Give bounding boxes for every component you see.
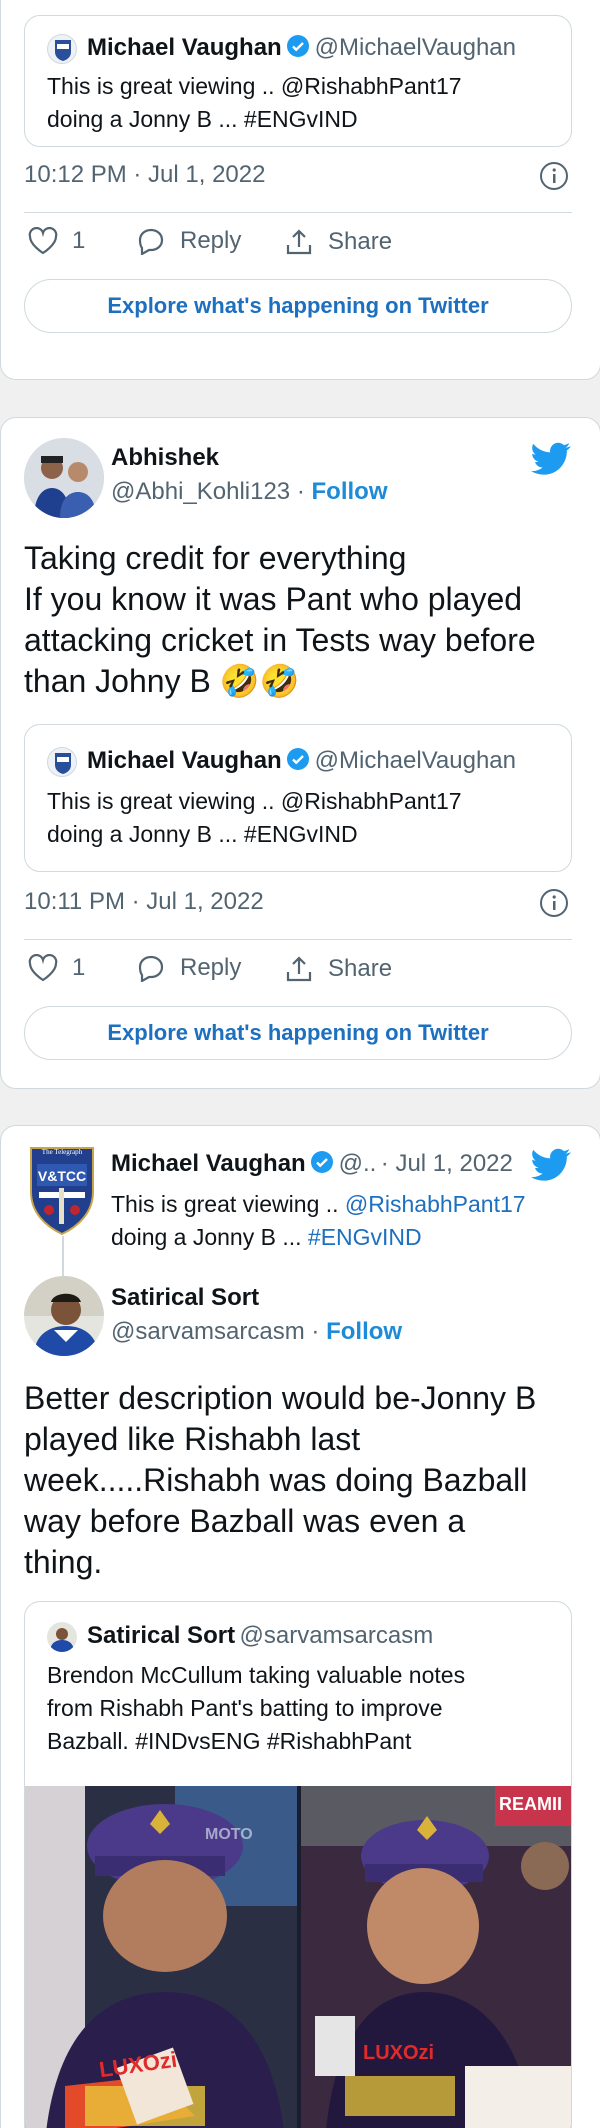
tweet-text-line: Taking credit for everything — [24, 540, 407, 576]
quoted-tweet[interactable]: Michael Vaughan @MichaelVaughan This is … — [24, 724, 572, 872]
reply-bubble-icon — [138, 228, 164, 255]
author-name[interactable]: Abhishek — [111, 444, 219, 472]
mention-link[interactable]: @RishabhPant17 — [345, 1191, 526, 1217]
quoted-author-name: Michael Vaughan — [87, 34, 282, 61]
quoted-avatar — [47, 747, 77, 777]
tweet-card-3: The Telegraph V&TCC Michael Vaughan @.. … — [0, 1125, 600, 2128]
twitter-logo-icon[interactable] — [531, 442, 571, 481]
author-handle[interactable]: @sarvamsarcasm — [111, 1318, 305, 1345]
heart-icon — [28, 227, 58, 255]
quoted-text-line: This is great viewing .. @RishabhPant17 — [47, 788, 462, 814]
tweet-text-line: attacking cricket in Tests way before — [24, 622, 536, 658]
timestamp[interactable]: 10:11 PM · Jul 1, 2022 — [24, 888, 264, 916]
media-sign-text: MOTO — [205, 1826, 253, 1843]
verified-badge-icon — [286, 747, 310, 771]
parent-author-name[interactable]: Michael Vaughan — [111, 1150, 306, 1177]
author-handle[interactable]: @Abhi_Kohli123 — [111, 478, 290, 505]
quoted-author-name: Satirical Sort — [87, 1622, 236, 1649]
quoted-text-line: from Rishabh Pant's batting to improve — [47, 1695, 443, 1721]
share-icon — [286, 229, 312, 255]
quoted-author-handle: @sarvamsarcasm — [239, 1622, 434, 1649]
reply-bubble-icon — [138, 955, 164, 982]
parent-avatar-badge-text: V&TCC — [37, 1168, 87, 1184]
hashtag-link[interactable]: #ENGvIND — [308, 1224, 422, 1250]
quoted-text-line: Bazball. #INDvsENG #RishabhPant — [47, 1728, 412, 1754]
info-icon[interactable] — [539, 888, 569, 923]
parent-date[interactable]: · Jul 1, 2022 — [381, 1150, 513, 1177]
tweet-text-line: thing. — [24, 1544, 103, 1580]
quoted-author-handle: @MichaelVaughan — [314, 34, 516, 61]
tweet-card-2: Abhishek @Abhi_Kohli123 · Follow Taking … — [0, 417, 600, 1089]
tweet-text-line: played like Rishabh last — [24, 1421, 361, 1457]
tweet-text-line: Better description would be-Jonny B — [24, 1380, 537, 1416]
like-button[interactable]: 1 — [28, 954, 85, 982]
parent-text: This is great viewing .. — [111, 1191, 345, 1217]
verified-badge-icon — [310, 1150, 334, 1174]
quoted-text-line: doing a Jonny B ... #ENGvIND — [47, 106, 358, 132]
media-sign-text: REAMII — [499, 1794, 562, 1814]
parent-avatar-badge-top: The Telegraph — [41, 1148, 83, 1156]
author-avatar[interactable] — [24, 1276, 104, 1356]
explore-twitter-button[interactable]: Explore what's happening on Twitter — [24, 279, 572, 333]
parent-avatar[interactable]: The Telegraph V&TCC — [27, 1144, 97, 1236]
twitter-logo-icon[interactable] — [531, 1148, 571, 1187]
tweet-text-line: week.....Rishabh was doing Bazball — [24, 1462, 528, 1498]
tweet-text-line: than Johny B 🤣🤣 — [24, 663, 300, 699]
quoted-avatar — [47, 1622, 77, 1652]
quoted-media-image[interactable]: LUXOzi LUXOzi REAMII MOTO — [25, 1786, 571, 2128]
heart-icon — [28, 954, 58, 982]
follow-button[interactable]: Follow — [312, 478, 388, 505]
quoted-text-line: doing a Jonny B ... #ENGvIND — [47, 821, 358, 847]
verified-badge-icon — [286, 34, 310, 58]
tweet-card-1: Michael Vaughan @MichaelVaughan This is … — [0, 0, 600, 380]
quoted-author-name: Michael Vaughan — [87, 747, 282, 774]
quoted-text-line: Brendon McCullum taking valuable notes — [47, 1662, 466, 1688]
like-count: 1 — [72, 954, 86, 981]
author-avatar[interactable] — [24, 438, 104, 518]
quoted-text-line: This is great viewing .. @RishabhPant17 — [47, 73, 462, 99]
divider — [24, 212, 572, 213]
parent-author-handle[interactable]: @.. — [339, 1150, 377, 1177]
share-button[interactable]: Share — [284, 227, 392, 257]
tweet-text-line: way before Bazball was even a — [24, 1503, 466, 1539]
divider — [24, 939, 572, 940]
author-name[interactable]: Satirical Sort — [111, 1284, 259, 1312]
share-icon — [286, 956, 312, 982]
media-sponsor-logo: LUXOzi — [363, 2042, 435, 2064]
quoted-avatar — [47, 34, 77, 64]
quoted-tweet[interactable]: Michael Vaughan @MichaelVaughan This is … — [24, 15, 572, 147]
reply-button[interactable]: Reply — [136, 227, 241, 255]
parent-text: doing a Jonny B ... — [111, 1224, 308, 1250]
info-icon[interactable] — [539, 161, 569, 196]
quoted-tweet[interactable]: Satirical Sort @sarvamsarcasm Brendon Mc… — [24, 1601, 572, 2128]
follow-button[interactable]: Follow — [326, 1318, 402, 1345]
quoted-author-handle: @MichaelVaughan — [314, 747, 516, 774]
thread-line — [62, 1236, 64, 1276]
explore-twitter-button[interactable]: Explore what's happening on Twitter — [24, 1006, 572, 1060]
timestamp[interactable]: 10:12 PM · Jul 1, 2022 — [24, 161, 265, 189]
like-button[interactable]: 1 — [28, 227, 85, 255]
like-count: 1 — [72, 227, 86, 254]
share-button[interactable]: Share — [284, 954, 392, 984]
reply-button[interactable]: Reply — [136, 954, 241, 982]
tweet-text-line: If you know it was Pant who played — [24, 581, 523, 617]
